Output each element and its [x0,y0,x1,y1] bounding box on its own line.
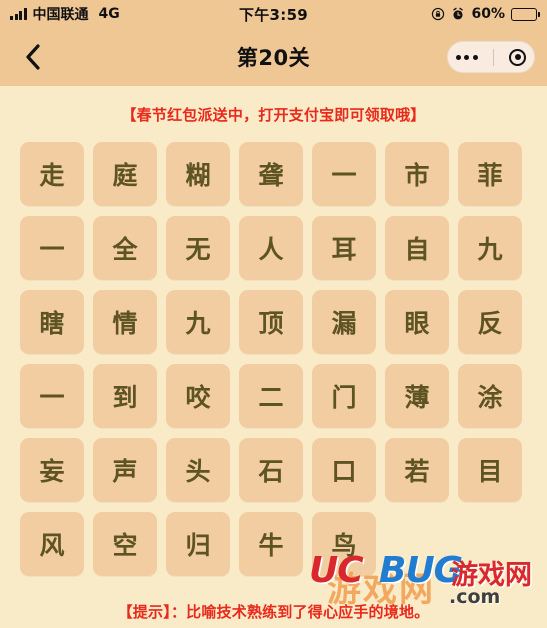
rotation-lock-icon [432,7,445,21]
mini-program-capsule [447,41,535,73]
character-tile[interactable]: 咬 [166,364,230,428]
character-tile[interactable]: 牛 [239,512,303,576]
character-tile[interactable]: 反 [458,290,522,354]
battery-percent-label: 60% [471,6,505,22]
character-tile[interactable]: 庭 [93,142,157,206]
character-tile[interactable]: 人 [239,216,303,280]
character-tile[interactable]: 眼 [385,290,449,354]
character-tile[interactable]: 走 [20,142,84,206]
character-tile[interactable]: 糊 [166,142,230,206]
character-tile[interactable]: 石 [239,438,303,502]
carrier-label: 中国联通 [32,7,89,23]
character-tile[interactable]: 声 [93,438,157,502]
hint-text: 【提示】：比喻技术熟练到了得心应手的境地。 [117,603,430,621]
character-tile[interactable]: 归 [166,512,230,576]
character-tile[interactable]: 瞎 [20,290,84,354]
character-tile[interactable]: 涂 [458,364,522,428]
signal-bars-icon [10,8,27,20]
character-tile[interactable]: 若 [385,438,449,502]
character-tile[interactable]: 头 [166,438,230,502]
character-tile[interactable]: 漏 [312,290,376,354]
network-type-label: 4G [98,6,120,22]
navigation-bar: 第20关 [0,28,547,86]
battery-icon [511,7,540,21]
character-tile-empty [385,512,449,576]
character-tile[interactable]: 聋 [239,142,303,206]
target-circle-icon[interactable] [509,48,527,66]
status-bar-left: 中国联通 4G [10,4,120,24]
status-bar-right: 60% [431,6,540,22]
character-tile[interactable]: 薄 [385,364,449,428]
character-tile[interactable]: 九 [166,290,230,354]
character-tile[interactable]: 妄 [20,438,84,502]
character-tile[interactable]: 目 [458,438,522,502]
character-tile[interactable]: 顶 [239,290,303,354]
character-tile-empty [458,512,522,576]
character-tile[interactable]: 菲 [458,142,522,206]
character-tile[interactable]: 无 [166,216,230,280]
status-bar: 中国联通 4G 下午3:59 60% [0,0,547,28]
character-tile[interactable]: 情 [93,290,157,354]
capsule-divider [492,48,494,66]
ellipsis-icon[interactable] [455,54,478,60]
character-tile[interactable]: 自 [385,216,449,280]
character-tile[interactable]: 二 [239,364,303,428]
character-tile[interactable]: 一 [312,142,376,206]
alarm-clock-icon [453,7,464,20]
character-tile[interactable]: 门 [312,364,376,428]
character-tile[interactable]: 口 [312,438,376,502]
character-tile[interactable]: 风 [20,512,84,576]
character-grid: 走庭糊聋一市菲一全无人耳自九瞎情九顶漏眼反一到咬二门薄涂妄声头石口若目风空归牛鸟 [20,142,528,576]
character-tile[interactable]: 空 [93,512,157,576]
character-tile[interactable]: 全 [93,216,157,280]
character-tile[interactable]: 一 [20,216,84,280]
character-tile[interactable]: 鸟 [312,512,376,576]
character-tile[interactable]: 九 [458,216,522,280]
promo-banner: 【春节红包派送中，打开支付宝即可领取哦】 [121,106,426,124]
character-tile[interactable]: 市 [385,142,449,206]
mini-program-screen: 中国联通 4G 下午3:59 60% 第20关 【春节红包派送中，打开支付宝即可… [0,0,547,628]
character-tile[interactable]: 一 [20,364,84,428]
character-tile[interactable]: 到 [93,364,157,428]
character-tile[interactable]: 耳 [312,216,376,280]
